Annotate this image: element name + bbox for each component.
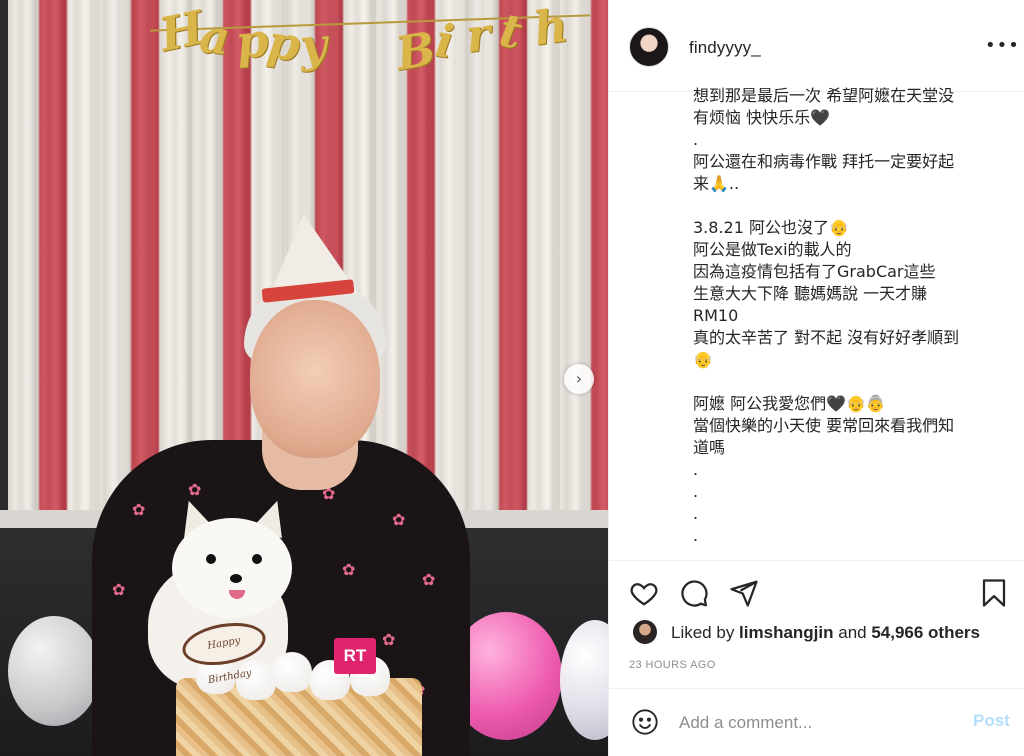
comment-bar: Post [609,688,1024,756]
caption-line: 阿嬷 阿公我愛您們🖤👴👵 [693,394,886,413]
caption-line: . [693,460,699,479]
caption-line: 阿公是做Texi的載人的 [693,240,852,259]
post-comment-button[interactable]: Post [973,711,1010,731]
caption-line: . [693,482,699,501]
username-link[interactable]: findyyyy_ [689,38,761,58]
cake-cream [272,652,312,692]
caption-line: RM10 [693,306,739,325]
likes-text: Liked by limshangjin and 54,966 others [671,623,980,643]
post-photo[interactable]: H a p p y B i r t h ✿ ✿ ✿ ✿ ✿ ✿ ✿ ✿ ✿ Ha… [0,0,608,756]
save-bookmark-icon[interactable] [977,577,1011,611]
shirt-flower: ✿ [392,510,406,529]
shirt-flower: ✿ [112,580,126,599]
like-heart-icon[interactable] [627,577,661,611]
caption-line: 當個快樂的小天使 要常回來看我們知 [693,416,955,435]
comment-bubble-icon[interactable] [677,577,711,611]
balloon-white-left [8,616,100,726]
caption-line: 👴 [693,350,713,369]
caption-line: . [693,130,699,149]
avatar[interactable] [629,27,669,67]
caption-line [693,371,993,393]
banner-letter: h [530,0,572,57]
dog-head [172,518,292,618]
caption-line: 真的太辛苦了 對不起 沒有好好孝順到 [693,328,960,347]
caption-line: 因為這疫情包括有了GrabCar這些 [693,262,936,281]
shirt-flower: ✿ [422,570,436,589]
liker-avatar[interactable] [633,620,657,644]
likes-prefix: Liked by [671,623,740,642]
caption-line: . [693,526,699,545]
more-options-icon[interactable]: ••• [985,30,1019,60]
shirt-flower: ✿ [382,630,396,649]
banner-letter: a [197,8,233,66]
liker-username-link[interactable]: limshangjin [739,623,833,642]
caption-line [693,195,993,217]
dog-nose [230,574,242,583]
caption-line: 有烦恼 快快乐乐🖤 [693,108,831,127]
caption-text: 想到那是最后一次 希望阿嬷在天堂没 有烦恼 快快乐乐🖤 . 阿公還在和病毒作戰 … [693,85,993,560]
post-actions [609,560,1024,620]
banner-letter: y [298,17,329,73]
caption-line: 阿公還在和病毒作戰 拜托一定要好起 [693,152,955,171]
post-timestamp[interactable]: 23 HOURS AGO [629,659,716,671]
caption-line: 生意大大下降 聽媽媽說 一天才賺 [693,284,928,303]
cake-tag: RT [334,638,376,674]
shirt-flower: ✿ [342,560,356,579]
post-header: findyyyy_ ••• [609,0,1024,92]
face [250,300,380,458]
emoji-smiley-icon[interactable] [629,707,661,739]
likes-summary: Liked by limshangjin and 54,966 others [629,620,1009,648]
caption-line: 来🙏.. [693,174,740,193]
caption-line: . [693,504,699,523]
caption-line: 3.8.21 阿公也沒了👴 [693,218,849,237]
share-paper-plane-icon[interactable] [727,577,761,611]
comment-input[interactable] [679,709,959,737]
dog-eye [252,554,262,564]
carousel-next-button[interactable]: › [564,364,594,394]
dog-eye [206,554,216,564]
likes-count-link[interactable]: 54,966 others [871,623,980,642]
caption-line: 道嗎 [693,438,726,457]
post-side-panel: findyyyy_ ••• 想到那是最后一次 希望阿嬷在天堂没 有烦恼 快快乐乐… [608,0,1024,756]
caption-line: 想到那是最后一次 希望阿嬷在天堂没 [693,86,955,105]
shirt-flower: ✿ [132,500,146,519]
likes-middle: and [833,623,872,642]
